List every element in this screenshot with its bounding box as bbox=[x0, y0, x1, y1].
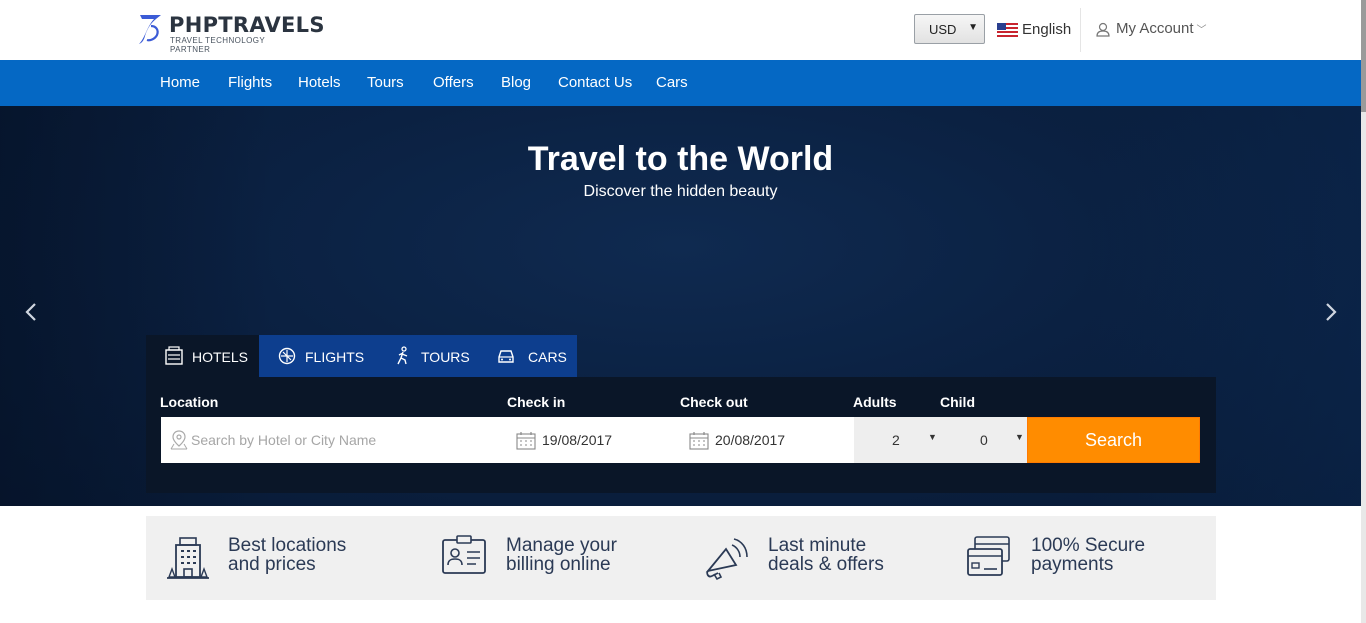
feature-text: 100% Secure payments bbox=[1031, 536, 1145, 574]
slider-prev-icon[interactable] bbox=[22, 302, 42, 322]
nav-hotels[interactable]: Hotels bbox=[298, 74, 341, 91]
hotel-icon bbox=[165, 346, 183, 365]
feature-line-2: deals & offers bbox=[768, 554, 884, 575]
airplane-icon bbox=[278, 347, 296, 365]
page-scrollbar[interactable] bbox=[1361, 0, 1366, 623]
checkout-field[interactable]: 20/08/2017 bbox=[689, 417, 854, 463]
checkin-label: Check in bbox=[507, 394, 566, 410]
logo-mark-icon bbox=[139, 15, 161, 44]
nav-offers[interactable]: Offers bbox=[433, 74, 474, 91]
features-strip: Best locations and prices Manage your bi… bbox=[146, 516, 1216, 600]
caret-down-icon: ▼ bbox=[968, 22, 978, 33]
tab-cars-label: CARS bbox=[528, 349, 567, 365]
tab-flights[interactable]: FLIGHTS bbox=[259, 335, 375, 377]
caret-down-icon: ▼ bbox=[1015, 432, 1024, 442]
building-icon bbox=[167, 537, 209, 579]
nav-tours[interactable]: Tours bbox=[367, 74, 404, 91]
feature-line-1: Manage your bbox=[506, 535, 617, 556]
feature-last-minute: Last minute deals & offers bbox=[704, 516, 944, 600]
hero-title: Travel to the World bbox=[527, 140, 834, 178]
brand-tagline: TRAVEL TECHNOLOGY PARTNER bbox=[170, 36, 265, 54]
chevron-down-icon: ﹀ bbox=[1196, 25, 1207, 36]
tab-cars[interactable]: CARS bbox=[478, 335, 577, 377]
adults-label: Adults bbox=[853, 394, 897, 410]
tab-hotels-label: HOTELS bbox=[192, 349, 249, 365]
checkout-value: 20/08/2017 bbox=[715, 432, 786, 448]
location-pin-icon bbox=[170, 430, 188, 450]
feature-line-2: and prices bbox=[228, 554, 316, 575]
feature-text: Manage your billing online bbox=[506, 536, 617, 574]
id-card-icon bbox=[442, 535, 486, 574]
header-divider bbox=[1080, 8, 1081, 52]
main-navigation: Home Flights Hotels Tours Offers Blog Co… bbox=[0, 60, 1361, 106]
nav-blog[interactable]: Blog bbox=[501, 74, 531, 91]
hiker-icon bbox=[397, 346, 408, 365]
feature-line-1: Best locations bbox=[228, 535, 347, 556]
tab-tours-label: TOURS bbox=[421, 349, 470, 365]
my-account-label: My Account bbox=[1116, 20, 1194, 37]
car-icon bbox=[498, 350, 514, 363]
nav-flights[interactable]: Flights bbox=[228, 74, 272, 91]
currency-select[interactable]: USD ▼ bbox=[914, 14, 985, 44]
calendar-icon bbox=[689, 432, 709, 450]
hero-subtitle: Discover the hidden beauty bbox=[583, 183, 778, 200]
feature-text: Best locations and prices bbox=[228, 536, 346, 574]
scrollbar-thumb[interactable] bbox=[1361, 0, 1366, 112]
user-icon bbox=[1096, 22, 1110, 37]
caret-down-icon: ▼ bbox=[928, 432, 937, 442]
adults-select[interactable]: 2 ▼ bbox=[854, 417, 941, 463]
feature-best-locations: Best locations and prices bbox=[166, 516, 406, 600]
tab-flights-label: FLIGHTS bbox=[305, 349, 365, 365]
child-select[interactable]: 0 ▼ bbox=[941, 417, 1027, 463]
search-button[interactable]: Search bbox=[1027, 417, 1200, 463]
feature-line-2: payments bbox=[1031, 554, 1114, 575]
feature-line-2: billing online bbox=[506, 554, 611, 575]
feature-text: Last minute deals & offers bbox=[768, 536, 884, 574]
my-account-menu[interactable]: My Account ﹀ bbox=[1096, 20, 1207, 37]
nav-cars[interactable]: Cars bbox=[656, 74, 688, 91]
us-flag-icon bbox=[997, 23, 1018, 37]
top-header: PHPTRAVELS TRAVEL TECHNOLOGY PARTNER USD… bbox=[0, 0, 1366, 60]
feature-line-1: 100% Secure bbox=[1031, 535, 1146, 556]
tab-tours[interactable]: TOURS bbox=[375, 335, 478, 377]
feature-secure-payments: 100% Secure payments bbox=[967, 516, 1207, 600]
slider-next-icon[interactable] bbox=[1320, 302, 1340, 322]
currency-value: USD bbox=[929, 22, 957, 37]
megaphone-icon bbox=[705, 538, 748, 581]
tab-hotels[interactable]: HOTELS bbox=[146, 335, 259, 377]
location-label: Location bbox=[160, 394, 219, 410]
credit-card-icon bbox=[967, 536, 1010, 576]
adults-value: 2 bbox=[892, 432, 900, 448]
feature-manage-billing: Manage your billing online bbox=[442, 516, 682, 600]
calendar-icon bbox=[516, 432, 536, 450]
brand-logo[interactable]: PHPTRAVELS TRAVEL TECHNOLOGY PARTNER bbox=[137, 12, 324, 54]
child-value: 0 bbox=[980, 432, 988, 448]
brand-name: PHPTRAVELS bbox=[169, 13, 325, 37]
child-label: Child bbox=[940, 394, 975, 410]
checkin-field[interactable]: 19/08/2017 bbox=[516, 417, 689, 463]
language-label: English bbox=[1022, 21, 1072, 38]
feature-line-1: Last minute bbox=[768, 535, 867, 556]
location-input[interactable] bbox=[191, 417, 491, 463]
checkout-label: Check out bbox=[680, 394, 748, 410]
checkin-value: 19/08/2017 bbox=[542, 432, 613, 448]
nav-home[interactable]: Home bbox=[160, 74, 200, 91]
nav-contact-us[interactable]: Contact Us bbox=[558, 74, 632, 91]
